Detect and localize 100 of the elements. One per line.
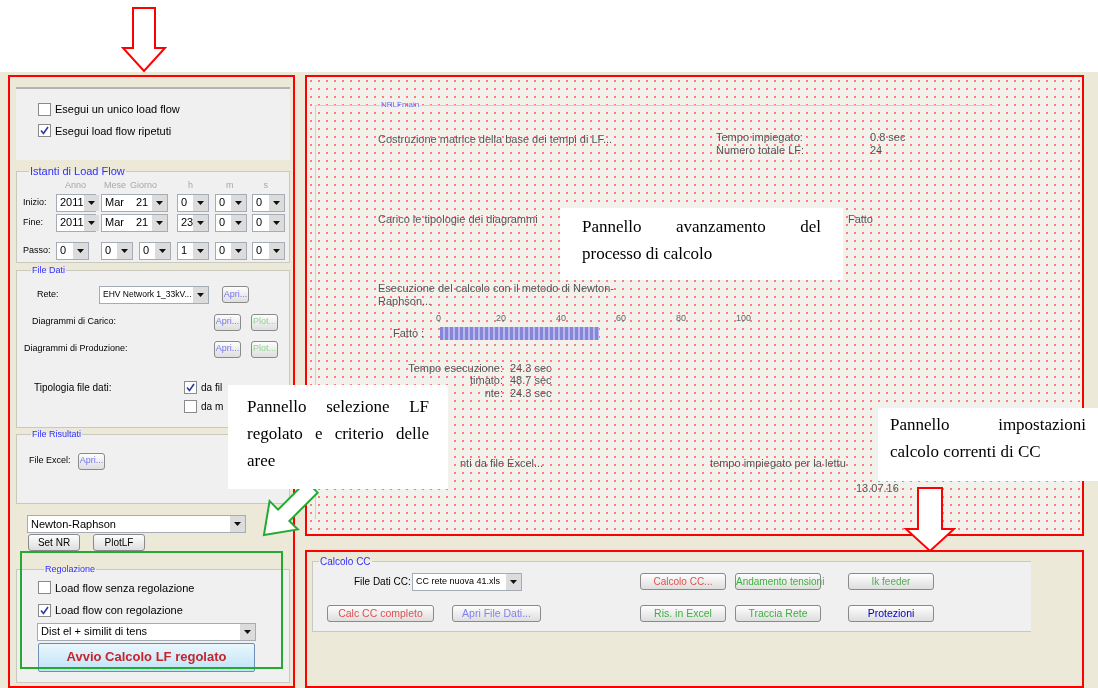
group-title: Regolazione xyxy=(44,563,97,576)
status-text: Esecuzione del calcolo con il metodo di Newton-Raphson... xyxy=(378,281,616,308)
stat-value: 24 xyxy=(870,144,883,157)
stat-value: 0.8 sec xyxy=(870,131,906,144)
stat-label: Numero totale LF: xyxy=(716,144,806,157)
checkbox-label: da fil xyxy=(201,380,223,395)
tick-label: 20 xyxy=(496,311,507,325)
caret-icon xyxy=(273,200,280,205)
caret-icon xyxy=(159,248,166,253)
dropdown[interactable]: 0 xyxy=(215,193,247,212)
dropdown[interactable]: 0 xyxy=(252,213,285,232)
stat-label: timato: xyxy=(469,374,504,387)
checkbox[interactable] xyxy=(38,603,51,617)
dropdown[interactable]: CC rete nuova 41.xls xyxy=(412,572,522,591)
dropdown[interactable]: 23 xyxy=(177,213,209,232)
dropdown[interactable]: 0 xyxy=(56,241,89,260)
dropdown[interactable]: 0 xyxy=(215,213,247,232)
status-text: Carico le tipologie dei diagrammi xyxy=(378,212,538,227)
tick-label: 80 xyxy=(676,311,687,325)
dropdown[interactable]: 0 xyxy=(252,193,285,212)
stat-value: 48.7 sec xyxy=(510,374,552,387)
caret-icon xyxy=(197,200,204,205)
caret-icon xyxy=(234,522,241,526)
dropdown[interactable]: 0 xyxy=(177,193,209,212)
checkbox-label: Load flow con regolazione xyxy=(55,603,183,618)
group-title: Istanti di Load Flow xyxy=(29,164,126,179)
dropdown[interactable]: Mar 21 xyxy=(101,213,168,232)
checkbox-label: Esegui un unico load flow xyxy=(55,102,180,117)
field-label: Diagrammi di Carico: xyxy=(32,315,118,329)
caret-icon xyxy=(510,579,517,584)
caret-icon xyxy=(273,248,280,253)
caret-icon xyxy=(235,200,242,205)
group-title: NRLFmain xyxy=(380,99,421,111)
column-header: s xyxy=(263,179,269,191)
dropdown[interactable]: 0 xyxy=(101,241,133,260)
stat-label: Tempo impiegato: xyxy=(716,131,804,144)
dropdown[interactable]: 1 xyxy=(177,241,209,260)
group-title: File Dati xyxy=(31,264,66,277)
callout: Pannello avanzamento del processo di calcolo xyxy=(560,208,843,280)
field-label: File Dati CC: xyxy=(354,575,412,590)
column-header: Anno xyxy=(65,179,87,191)
stat-value: 24.3 sec xyxy=(510,386,552,399)
column-header: m xyxy=(226,179,234,191)
checkbox-label: da m xyxy=(201,399,224,414)
status-text: Costruzione matrice della base dei tempi di LF... xyxy=(378,132,614,147)
caret-icon xyxy=(121,248,128,253)
button[interactable]: Set NR xyxy=(28,534,80,551)
button[interactable]: Protezioni xyxy=(848,604,934,622)
checkbox[interactable] xyxy=(38,102,51,116)
caret-icon xyxy=(156,220,163,225)
button[interactable]: PlotLF xyxy=(93,534,145,551)
status-text: Fatto xyxy=(847,212,873,227)
field-label: Passo: xyxy=(23,243,52,257)
down-arrow-icon xyxy=(121,7,167,73)
dropdown[interactable]: Dist el + similit di tens xyxy=(37,622,256,641)
button[interactable]: Calc CC completo xyxy=(327,604,434,622)
field-label: Diagrammi di Produzione: xyxy=(24,342,129,356)
stat-value: 13.07.16 xyxy=(856,480,899,496)
progress-label: Fatto : xyxy=(393,326,426,341)
caret-icon xyxy=(235,248,242,253)
caret-icon xyxy=(197,220,205,225)
checkbox[interactable] xyxy=(184,399,197,413)
dropdown[interactable]: 0 xyxy=(215,241,247,260)
group-title: Calcolo CC xyxy=(319,554,372,569)
callout: Pannello impostazioni calcolo correnti di CC xyxy=(878,408,1098,481)
callout: Pannello selezione LF regolato e criterio delle aree xyxy=(228,385,448,489)
dropdown[interactable]: EHV Network 1_33kV... xyxy=(99,285,209,304)
caret-icon xyxy=(235,220,242,225)
dropdown[interactable]: 0 xyxy=(139,241,171,260)
group-title: File Risultati xyxy=(31,428,82,441)
dropdown[interactable]: 2011 xyxy=(56,213,96,232)
tick-label: 60 xyxy=(616,311,627,325)
caret-icon xyxy=(197,248,204,253)
dropdown[interactable]: 2011 xyxy=(56,193,96,212)
dropdown[interactable]: Newton-Raphson xyxy=(27,515,246,533)
checkbox[interactable] xyxy=(38,581,51,595)
stat-label: Tempo esecuzione: xyxy=(407,361,504,374)
field-label: File Excel: xyxy=(29,454,72,468)
field-label: Tipologia file dati: xyxy=(34,380,113,395)
column-header: Mese xyxy=(104,179,127,191)
caret-icon xyxy=(197,292,204,297)
status-text: nti da file Excel... xyxy=(460,456,545,471)
status-text: tempo impiegato per la lettu xyxy=(710,456,847,471)
checkbox[interactable] xyxy=(38,124,51,138)
field-label: Inizio: xyxy=(23,195,48,209)
dropdown[interactable]: Mar 21 xyxy=(101,193,168,212)
column-header: Giorno xyxy=(130,179,158,191)
caret-icon xyxy=(87,220,95,225)
caret-icon xyxy=(244,629,251,634)
button[interactable]: Calcolo CC... xyxy=(640,573,726,591)
checkbox-label: Load flow senza regolazione xyxy=(55,580,195,596)
dropdown[interactable]: 0 xyxy=(252,241,285,260)
stat-label: nte: xyxy=(483,386,504,399)
checkbox[interactable] xyxy=(184,380,197,394)
tick-label: 100 xyxy=(736,311,753,325)
caret-icon xyxy=(273,220,280,225)
caret-icon xyxy=(156,200,163,205)
checkbox-label: Esegui load flow ripetuti xyxy=(55,123,172,139)
run-button[interactable]: Avvio Calcolo LF regolato xyxy=(38,642,255,672)
tick-label: 40 xyxy=(556,311,567,325)
